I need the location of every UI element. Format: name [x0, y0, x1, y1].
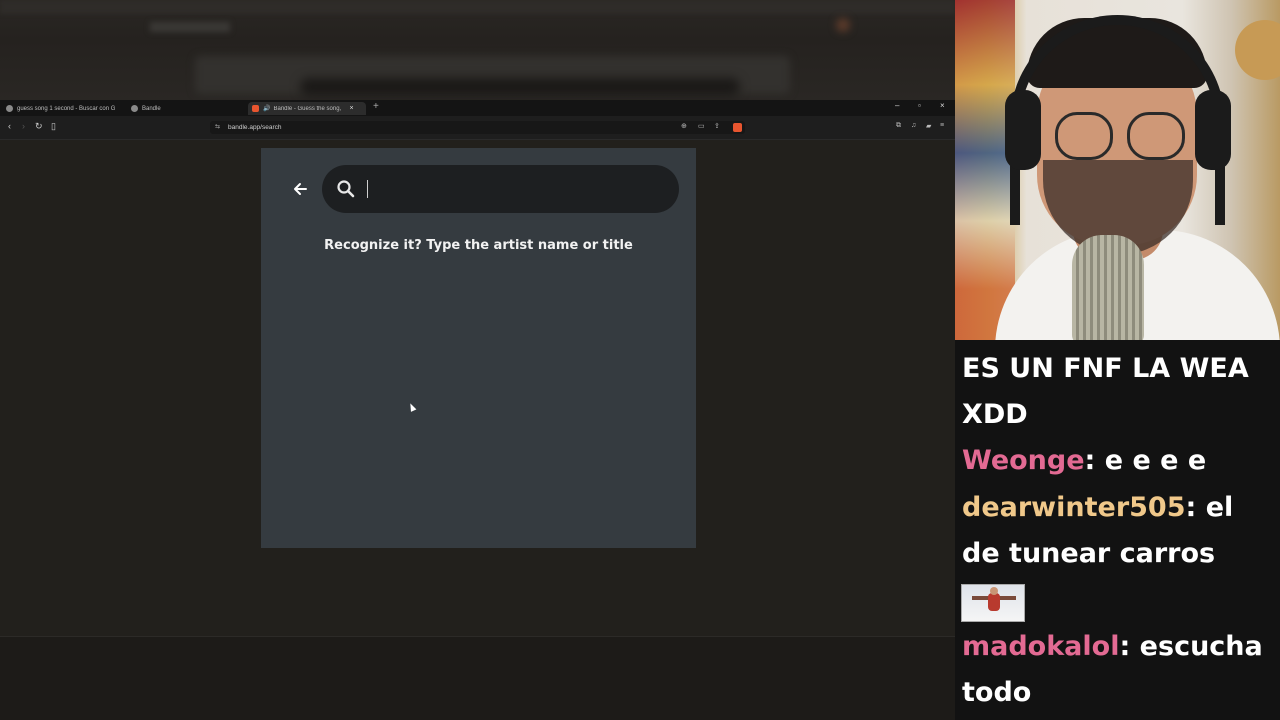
back-icon[interactable]: ‹ [8, 121, 11, 131]
background-shelf [955, 0, 1015, 340]
reload-icon[interactable]: ↻ [35, 121, 43, 132]
tab-label: Bandle [142, 105, 161, 112]
tab-bandle[interactable]: Bandle [131, 102, 221, 115]
screenshot-icon[interactable]: ▭ [698, 122, 705, 130]
chat-colon: : [1119, 631, 1131, 662]
text-caret [367, 180, 368, 198]
headphone-cup-left [1005, 90, 1041, 170]
search-input[interactable] [364, 177, 664, 201]
chat-emote-image [961, 584, 1025, 622]
chat-message: dearwinter505: el [962, 485, 1233, 531]
tab-label: guess song 1 second - Buscar con G [17, 105, 116, 112]
chat-colon: : [1084, 445, 1096, 476]
browser-tab-bar: guess song 1 second - Buscar con G Bandl… [0, 100, 955, 116]
google-favicon-icon [6, 105, 13, 112]
url-text: bandle.app/search [228, 124, 282, 131]
share-icon[interactable]: ⇪ [714, 122, 720, 130]
headphone-cup-right [1195, 90, 1231, 170]
background-hat [1235, 20, 1280, 80]
url-bar[interactable]: ⇆ bandle.app/search [210, 121, 745, 134]
headphones [1010, 15, 1225, 225]
media-icon[interactable]: ♫ [911, 122, 916, 129]
restore-icon[interactable]: ▫ [918, 101, 921, 110]
glasses-lens-left [1055, 112, 1113, 160]
extensions-icon[interactable]: ⧉ [896, 122, 901, 130]
forward-icon[interactable]: › [22, 121, 25, 131]
bandle-favicon-icon [131, 105, 138, 112]
tab-label: Bandle - Guess the song, one [273, 105, 343, 112]
blurred-element [836, 18, 850, 32]
site-info-icon[interactable]: ⇆ [215, 121, 220, 134]
menu-icon[interactable]: ≡ [940, 122, 944, 129]
tab-google-search[interactable]: guess song 1 second - Buscar con G [6, 102, 118, 115]
wallet-icon[interactable]: ▰ [926, 122, 931, 130]
new-tab-button[interactable]: + [373, 101, 379, 112]
blurred-bar [0, 0, 955, 14]
chat-message: Weonge: e e e e [962, 438, 1206, 484]
close-window-icon[interactable]: × [940, 101, 945, 110]
blurred-element [300, 78, 740, 96]
chat-message-text: ES UN FNF LA WEA [962, 353, 1249, 384]
chat-username[interactable]: Weonge [962, 445, 1085, 476]
speaker-icon: 🔊 [263, 106, 271, 112]
blurred-stream-header [0, 0, 955, 100]
search-prompt: Recognize it? Type the artist name or ti… [324, 238, 633, 253]
zoom-icon[interactable]: ⊕ [681, 122, 687, 130]
chat-message-text: el [1196, 492, 1234, 523]
search-box[interactable] [322, 165, 679, 213]
chat-message: madokalol: escucha [962, 624, 1263, 670]
chat-message-text: e e e e [1095, 445, 1207, 476]
emote-head [990, 587, 998, 595]
webcam-feed [955, 0, 1280, 340]
address-toolbar: ‹ › ↻ ▯ ⇆ bandle.app/search ⊕ ▭ ⇪ ⧉ ♫ ▰ … [0, 116, 955, 140]
brave-shield-icon[interactable] [733, 123, 742, 132]
chat-message-text: XDD [962, 399, 1028, 430]
chat-username[interactable]: dearwinter505 [962, 492, 1186, 523]
chat-colon: : [1185, 492, 1197, 523]
chat-message-text: todo [962, 677, 1032, 708]
search-icon [337, 180, 355, 198]
chat-message-text: de tunear carros [962, 538, 1216, 569]
bandle-favicon-icon [252, 105, 259, 112]
chat-username[interactable]: madokalol [962, 631, 1119, 662]
chat-message-text: escucha [1130, 631, 1263, 662]
sidebar-icon[interactable]: ▯ [51, 121, 56, 132]
glasses-lens-right [1127, 112, 1185, 160]
back-arrow-icon[interactable] [291, 180, 309, 198]
taskbar-area [0, 636, 955, 720]
microphone [1072, 235, 1144, 340]
close-tab-icon[interactable]: × [349, 105, 353, 112]
chat-panel: ES UN FNF LA WEA XDD Weonge: e e e e dea… [955, 340, 1280, 720]
tab-bandle-active[interactable]: 🔊 Bandle - Guess the song, one × [248, 102, 366, 115]
emote-body [988, 593, 1000, 611]
arrow-left-icon [294, 183, 307, 195]
minimize-icon[interactable]: – [895, 101, 899, 110]
blurred-element [150, 22, 230, 32]
